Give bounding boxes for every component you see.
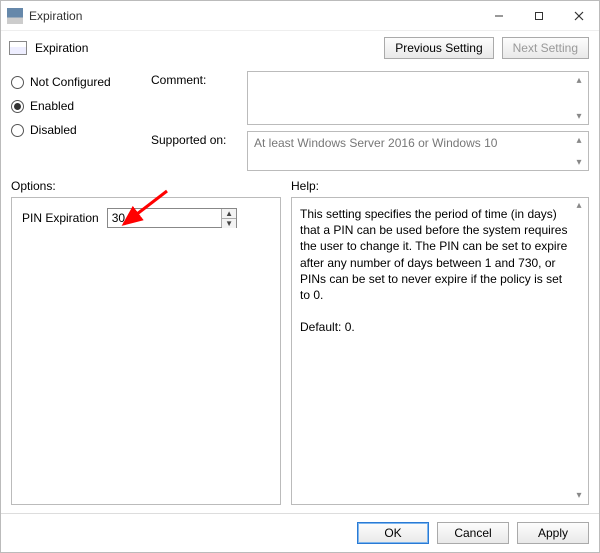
- radio-label: Not Configured: [30, 75, 111, 89]
- options-panel: PIN Expiration ▲ ▼: [11, 197, 281, 505]
- scroll-down-icon[interactable]: ▾: [573, 110, 585, 122]
- radio-disabled[interactable]: Disabled: [11, 123, 141, 137]
- next-setting-button[interactable]: Next Setting: [502, 37, 589, 59]
- help-body-text: This setting specifies the period of tim…: [300, 206, 570, 303]
- help-heading: Help:: [291, 179, 589, 193]
- window-title: Expiration: [29, 9, 479, 23]
- app-icon: [7, 8, 23, 24]
- help-default-text: Default: 0.: [300, 319, 570, 335]
- scroll-up-icon[interactable]: ▴: [573, 200, 585, 212]
- minimize-button[interactable]: [479, 1, 519, 30]
- titlebar: Expiration: [1, 1, 599, 31]
- supported-row: Supported on: At least Windows Server 20…: [151, 131, 589, 171]
- spin-buttons: ▲ ▼: [221, 209, 235, 227]
- apply-button[interactable]: Apply: [517, 522, 589, 544]
- state-radio-group: Not Configured Enabled Disabled: [11, 71, 141, 171]
- scroll-up-icon[interactable]: ▴: [573, 134, 585, 146]
- radio-icon: [11, 100, 24, 113]
- help-panel: This setting specifies the period of tim…: [291, 197, 589, 505]
- maximize-button[interactable]: [519, 1, 559, 30]
- spin-up-button[interactable]: ▲: [222, 209, 235, 218]
- scroll-up-icon[interactable]: ▴: [573, 74, 585, 86]
- supported-on-text: At least Windows Server 2016 or Windows …: [254, 136, 497, 150]
- previous-setting-button[interactable]: Previous Setting: [384, 37, 493, 59]
- comment-row: Comment: ▴ ▾: [151, 71, 589, 125]
- supported-label: Supported on:: [151, 131, 241, 171]
- dialog-footer: OK Cancel Apply: [1, 513, 599, 552]
- options-heading: Options:: [11, 179, 291, 193]
- maximize-icon: [534, 11, 544, 21]
- minimize-icon: [494, 11, 504, 21]
- panels-row: PIN Expiration ▲ ▼ This setting specifie…: [1, 195, 599, 513]
- section-labels: Options: Help:: [1, 171, 599, 195]
- supported-on-box: At least Windows Server 2016 or Windows …: [247, 131, 589, 171]
- close-button[interactable]: [559, 1, 599, 30]
- comment-label: Comment:: [151, 71, 241, 125]
- pin-expiration-row: PIN Expiration ▲ ▼: [22, 208, 270, 228]
- ok-button[interactable]: OK: [357, 522, 429, 544]
- policy-title: Expiration: [35, 41, 376, 55]
- scroll-down-icon[interactable]: ▾: [573, 156, 585, 168]
- header-row: Expiration Previous Setting Next Setting: [1, 31, 599, 67]
- policy-icon: [9, 41, 27, 55]
- close-icon: [574, 11, 584, 21]
- pin-expiration-input[interactable]: [108, 209, 222, 227]
- comment-textarea[interactable]: ▴ ▾: [247, 71, 589, 125]
- pin-expiration-spinner[interactable]: ▲ ▼: [107, 208, 237, 228]
- radio-label: Disabled: [30, 123, 77, 137]
- config-area: Not Configured Enabled Disabled Comment:…: [1, 67, 599, 171]
- radio-icon: [11, 76, 24, 89]
- window-buttons: [479, 1, 599, 30]
- spin-down-button[interactable]: ▼: [222, 218, 235, 228]
- pin-expiration-label: PIN Expiration: [22, 211, 99, 225]
- radio-icon: [11, 124, 24, 137]
- cancel-button[interactable]: Cancel: [437, 522, 509, 544]
- radio-label: Enabled: [30, 99, 74, 113]
- fields-column: Comment: ▴ ▾ Supported on: At least Wind…: [151, 71, 589, 171]
- scroll-down-icon[interactable]: ▾: [573, 490, 585, 502]
- radio-not-configured[interactable]: Not Configured: [11, 75, 141, 89]
- radio-enabled[interactable]: Enabled: [11, 99, 141, 113]
- dialog-window: Expiration Expiration Previous Setting N…: [0, 0, 600, 553]
